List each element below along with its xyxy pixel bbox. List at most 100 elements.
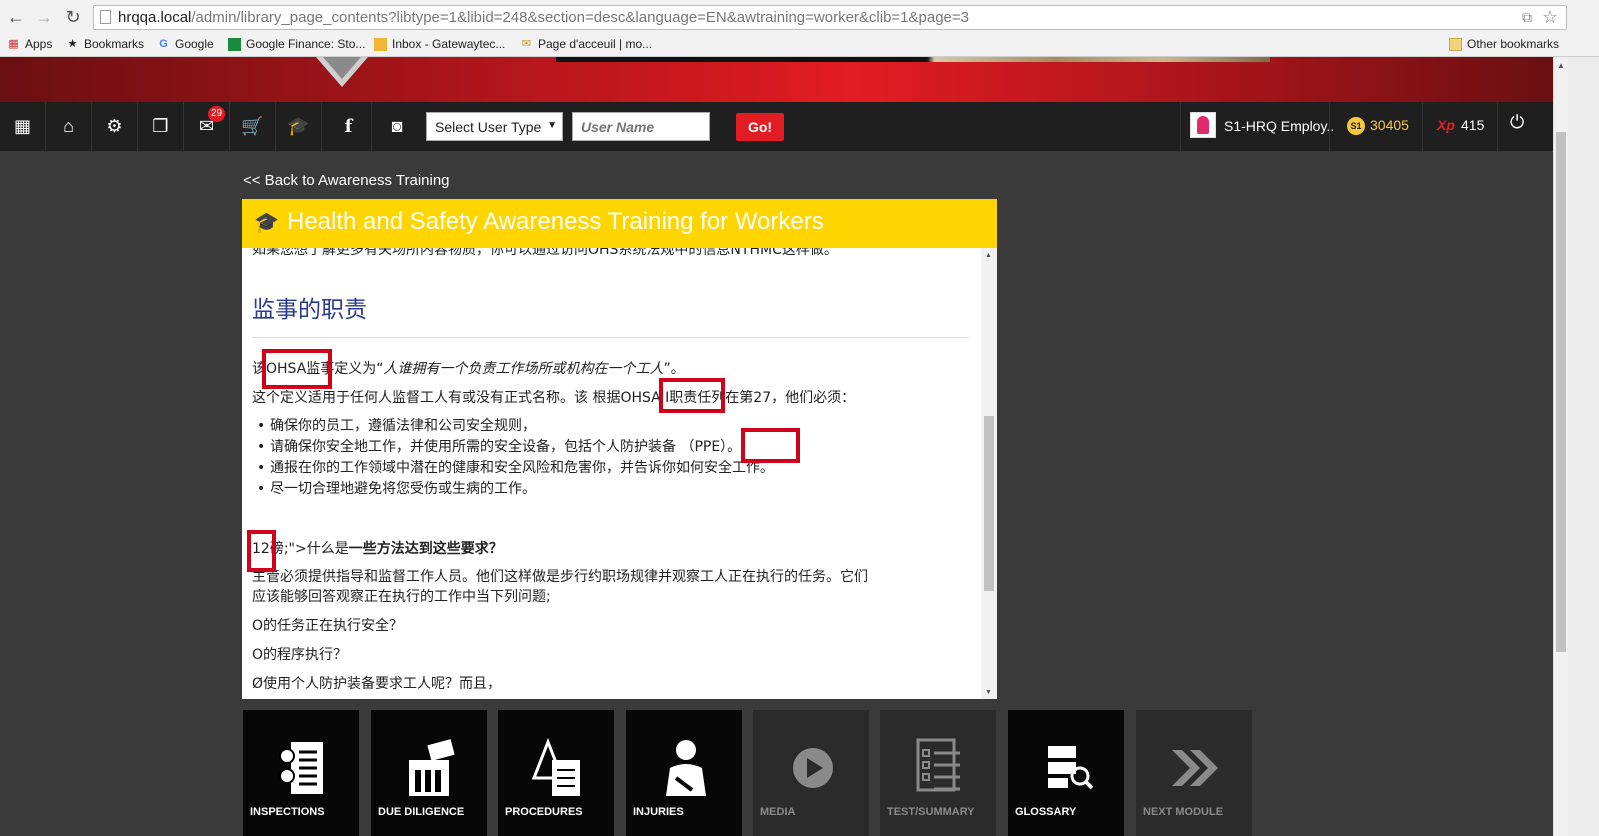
- inspection-checklist-icon: [279, 742, 323, 794]
- question-line: 12磅;">什么是一些方法达到这些要求？: [252, 538, 503, 558]
- url-host: hrqqa.local: [118, 9, 192, 26]
- bookmark-bookmarks[interactable]: ★ Bookmarks: [66, 37, 144, 51]
- chevron-down-icon: ▼: [547, 120, 557, 131]
- home-icon[interactable]: ⌂: [46, 102, 92, 151]
- tile-injuries[interactable]: INJURIES: [626, 710, 742, 836]
- user-name-label: S1-HRQ Employ..: [1224, 118, 1335, 134]
- logo-shield-inner: [323, 57, 361, 79]
- procedures-icon: [532, 738, 580, 796]
- paragraph-scope: 这个定义适用于任何人监督工人有或没有正式名称。该 根据OHSA I职责任列在第2…: [252, 390, 856, 406]
- scroll-up-arrow-icon[interactable]: ▲: [985, 252, 992, 259]
- tile-inspections[interactable]: INSPECTIONS: [243, 710, 359, 836]
- power-logout-icon[interactable]: ⏻: [1510, 112, 1524, 133]
- p1-post: ”。: [663, 361, 685, 377]
- glossary-icon: [1048, 746, 1094, 790]
- bookmark-google[interactable]: G Google: [157, 37, 214, 51]
- coin-count: 30405: [1370, 117, 1409, 133]
- bookmark-apps[interactable]: ▦ Apps: [7, 37, 52, 51]
- content-scrollbar-thumb[interactable]: [984, 416, 994, 591]
- bookmark-inbox[interactable]: Inbox - Gatewaytec...: [374, 37, 505, 51]
- question-item: O的任务正在执行安全？: [252, 618, 404, 634]
- address-bar[interactable]: hrqqa.local/admin/library_page_contents?…: [93, 5, 1567, 30]
- banner-image-strip: [556, 57, 1270, 62]
- paragraph-guidance-2: 应该能够回答观察正在执行的工作中当下列问题;: [252, 589, 551, 605]
- section-title: 监事的职责: [252, 297, 367, 323]
- training-panel-header: 🎓 Health and Safety Awareness Training f…: [242, 199, 997, 248]
- injured-person-icon: [666, 740, 706, 796]
- mail-icon: [374, 37, 387, 51]
- tile-label: NEXT MODULE: [1143, 806, 1224, 818]
- bookmark-label: Inbox - Gatewaytec...: [392, 37, 506, 51]
- highlight-box: [262, 349, 332, 389]
- scroll-up-arrow-icon[interactable]: ▲: [1557, 61, 1565, 70]
- bookmark-label: Page d'acceuil | mo...: [538, 37, 653, 51]
- bookmark-label: Google: [175, 37, 214, 51]
- forward-arrow-icon[interactable]: →: [33, 6, 55, 28]
- list-item: 请确保你安全地工作，并使用所需的安全设备，包括个人防护装备 （PPE）。: [252, 437, 774, 458]
- star-icon: ★: [67, 37, 78, 50]
- url-row: ← → ↻ hrqqa.local/admin/library_page_con…: [0, 0, 1599, 33]
- list-item: 尽一切合理地避免将您受伤或生病的工作。: [252, 479, 774, 500]
- bookmark-label: Bookmarks: [84, 37, 145, 51]
- highlight-box: [659, 378, 725, 413]
- cart-icon[interactable]: 🛒: [230, 102, 276, 151]
- user-type-select-value: Select User Type: [435, 119, 542, 135]
- other-bookmarks-label: Other bookmarks: [1467, 37, 1560, 51]
- tile-label: TEST/SUMMARY: [887, 806, 975, 818]
- dashboard-grid-icon[interactable]: ▦: [0, 102, 46, 151]
- training-hat-icon[interactable]: 🎓: [276, 102, 322, 151]
- chat-icon[interactable]: ❐: [138, 102, 184, 151]
- header-banner: [0, 57, 1553, 102]
- bookmark-star-icon[interactable]: ☆: [1542, 7, 1558, 28]
- user-profile[interactable]: S1-HRQ Employ..: [1180, 102, 1334, 151]
- settings-gear-icon[interactable]: ⚙: [92, 102, 138, 151]
- bookmarks-bar: ▦ Apps ★ Bookmarks G Google Google Finance:…: [0, 33, 1599, 56]
- google-icon: G: [159, 37, 168, 50]
- username-input[interactable]: [572, 112, 710, 141]
- bookmark-label: Apps: [25, 37, 53, 51]
- folder-icon: [1449, 37, 1462, 51]
- window-scrollbar[interactable]: ▲: [1553, 57, 1568, 836]
- facebook-icon[interactable]: f: [326, 102, 372, 151]
- training-title: Health and Safety Awareness Training for…: [287, 208, 824, 235]
- tile-label: DUE DILIGENCE: [378, 806, 465, 818]
- instagram-icon[interactable]: ◙: [374, 102, 420, 151]
- tile-label: GLOSSARY: [1015, 806, 1077, 818]
- training-content[interactable]: 如果您想了解更多有关场所内容物质，你可以通过访问OHS系统法规中的信息NTHMC…: [242, 248, 997, 699]
- due-diligence-icon: [409, 739, 455, 796]
- training-hat-icon: 🎓: [254, 212, 279, 234]
- tile-media[interactable]: MEDIA: [753, 710, 869, 836]
- tile-label: INSPECTIONS: [250, 806, 325, 818]
- tile-label: MEDIA: [760, 806, 796, 818]
- scroll-down-arrow-icon[interactable]: ▼: [985, 689, 992, 696]
- bookmark-google-finance[interactable]: Google Finance: Sto...: [228, 37, 365, 51]
- paragraph-guidance-1: 主管必须提供指导和监督工作人员。他们这样做是步行约职场规律并观察工人正在执行的任…: [252, 569, 868, 585]
- user-type-select[interactable]: Select User Type ▼: [426, 112, 563, 141]
- tile-glossary[interactable]: GLOSSARY: [1008, 710, 1124, 836]
- play-icon: [793, 748, 833, 788]
- back-to-awareness-training-link[interactable]: << Back to Awareness Training: [243, 172, 450, 189]
- reload-icon[interactable]: ↻: [62, 6, 84, 28]
- messages-envelope-icon[interactable]: ✉ 29: [184, 102, 230, 151]
- messages-badge: 29: [208, 106, 226, 122]
- tile-due-diligence[interactable]: DUE DILIGENCE: [371, 710, 487, 836]
- avatar-figure: [1197, 116, 1209, 134]
- list-item: 通报在你的工作领域中潜在的健康和安全风险和危害你，并告诉你如何安全工作。: [252, 458, 774, 479]
- go-button[interactable]: Go!: [736, 113, 784, 141]
- url-path: /admin/library_page_contents?libtype=1&l…: [191, 9, 969, 26]
- next-chevrons-icon: [1172, 750, 1218, 786]
- bookmark-page-acceuil[interactable]: ✉ Page d'acceuil | mo...: [520, 37, 652, 51]
- tile-next-module[interactable]: NEXT MODULE: [1136, 710, 1252, 836]
- extension-icon[interactable]: ⧉: [1522, 9, 1532, 26]
- back-arrow-icon[interactable]: ←: [5, 6, 27, 28]
- bookmark-label: Google Finance: Sto...: [246, 37, 366, 51]
- coin-icon: S1: [1347, 117, 1365, 135]
- tile-procedures[interactable]: PROCEDURES: [498, 710, 614, 836]
- other-bookmarks[interactable]: Other bookmarks: [1449, 37, 1559, 51]
- right-margin: [1568, 57, 1599, 836]
- window-scrollbar-thumb[interactable]: [1556, 132, 1566, 652]
- tile-test-summary[interactable]: TEST/SUMMARY: [880, 710, 996, 836]
- question-item: O的程序执行？: [252, 647, 348, 663]
- clipped-line: 如果您想了解更多有关场所内容物质，你可以通过访问OHS系统法规中的信息NTHMC…: [252, 248, 838, 258]
- content-scrollbar[interactable]: ▲ ▼: [981, 248, 997, 699]
